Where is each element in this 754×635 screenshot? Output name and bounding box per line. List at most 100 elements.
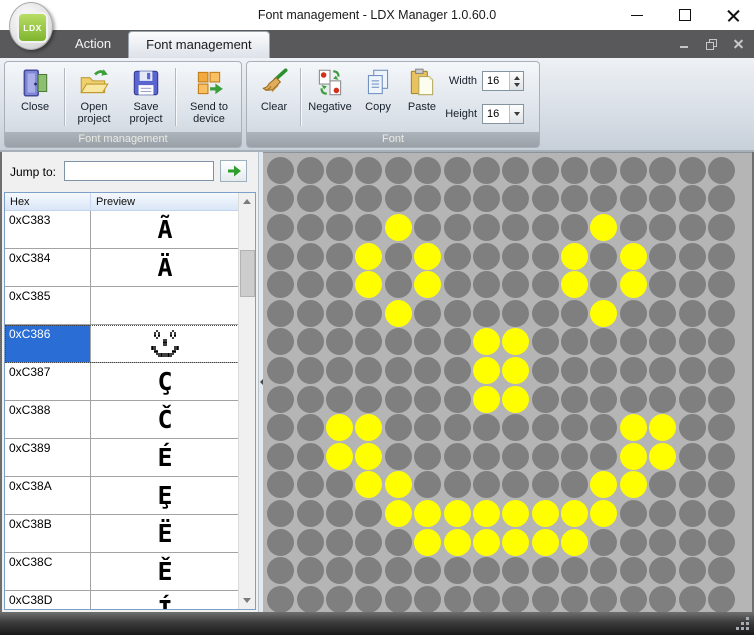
matrix-dot[interactable] <box>355 243 382 270</box>
matrix-dot[interactable] <box>502 328 529 355</box>
matrix-dot[interactable] <box>502 471 529 498</box>
matrix-dot[interactable] <box>297 414 324 441</box>
matrix-dot[interactable] <box>532 500 559 527</box>
matrix-dot[interactable] <box>708 586 735 613</box>
matrix-dot[interactable] <box>473 471 500 498</box>
table-row[interactable]: 0xC38BË <box>5 515 239 553</box>
minimize-icon[interactable] <box>630 8 644 22</box>
matrix-dot[interactable] <box>267 414 294 441</box>
table-row[interactable]: 0xC38AȨ <box>5 477 239 515</box>
matrix-dot[interactable] <box>267 243 294 270</box>
matrix-dot[interactable] <box>679 386 706 413</box>
matrix-dot[interactable] <box>355 185 382 212</box>
matrix-dot[interactable] <box>649 443 676 470</box>
matrix-dot[interactable] <box>355 328 382 355</box>
matrix-dot[interactable] <box>297 471 324 498</box>
matrix-dot[interactable] <box>326 243 353 270</box>
matrix-dot[interactable] <box>444 271 471 298</box>
matrix-dot[interactable] <box>620 271 647 298</box>
matrix-dot[interactable] <box>267 500 294 527</box>
matrix-dot[interactable] <box>502 386 529 413</box>
matrix-dot[interactable] <box>679 157 706 184</box>
matrix-dot[interactable] <box>649 357 676 384</box>
matrix-dot[interactable] <box>532 214 559 241</box>
matrix-dot[interactable] <box>590 414 617 441</box>
matrix-dot[interactable] <box>297 443 324 470</box>
matrix-dot[interactable] <box>502 271 529 298</box>
matrix-dot[interactable] <box>355 271 382 298</box>
matrix-dot[interactable] <box>444 529 471 556</box>
matrix-dot[interactable] <box>473 328 500 355</box>
matrix-dot[interactable] <box>590 500 617 527</box>
matrix-dot[interactable] <box>326 357 353 384</box>
matrix-dot[interactable] <box>532 271 559 298</box>
matrix-dot[interactable] <box>385 214 412 241</box>
matrix-dot[interactable] <box>297 557 324 584</box>
matrix-dot[interactable] <box>708 414 735 441</box>
matrix-dot[interactable] <box>532 557 559 584</box>
matrix-dot[interactable] <box>561 586 588 613</box>
matrix-dot[interactable] <box>326 185 353 212</box>
matrix-dot[interactable] <box>414 243 441 270</box>
matrix-dot[interactable] <box>444 300 471 327</box>
jump-to-input[interactable] <box>64 161 214 181</box>
matrix-dot[interactable] <box>620 443 647 470</box>
matrix-dot[interactable] <box>355 586 382 613</box>
matrix-dot[interactable] <box>708 271 735 298</box>
matrix-dot[interactable] <box>590 243 617 270</box>
matrix-dot[interactable] <box>532 328 559 355</box>
matrix-dot[interactable] <box>590 214 617 241</box>
matrix-dot[interactable] <box>502 529 529 556</box>
matrix-dot[interactable] <box>355 157 382 184</box>
matrix-dot[interactable] <box>267 185 294 212</box>
matrix-dot[interactable] <box>414 529 441 556</box>
matrix-dot[interactable] <box>708 157 735 184</box>
matrix-dot[interactable] <box>444 157 471 184</box>
scroll-down-icon[interactable] <box>239 592 255 609</box>
matrix-dot[interactable] <box>297 328 324 355</box>
matrix-dot[interactable] <box>355 357 382 384</box>
matrix-dot[interactable] <box>620 214 647 241</box>
matrix-dot[interactable] <box>355 386 382 413</box>
matrix-dot[interactable] <box>414 214 441 241</box>
matrix-dot[interactable] <box>532 185 559 212</box>
matrix-dot[interactable] <box>326 157 353 184</box>
matrix-dot[interactable] <box>297 586 324 613</box>
matrix-dot[interactable] <box>708 500 735 527</box>
copy-button[interactable]: Copy <box>356 66 400 113</box>
matrix-dot[interactable] <box>561 271 588 298</box>
resize-grip[interactable] <box>746 627 749 630</box>
matrix-dot[interactable] <box>649 529 676 556</box>
matrix-dot[interactable] <box>473 500 500 527</box>
matrix-dot[interactable] <box>385 500 412 527</box>
matrix-dot[interactable] <box>385 529 412 556</box>
matrix-dot[interactable] <box>679 185 706 212</box>
matrix-dot[interactable] <box>473 386 500 413</box>
matrix-dot[interactable] <box>561 386 588 413</box>
table-row[interactable]: 0xC38CĚ <box>5 553 239 591</box>
matrix-dot[interactable] <box>649 214 676 241</box>
matrix-dot[interactable] <box>590 557 617 584</box>
matrix-dot[interactable] <box>708 471 735 498</box>
matrix-dot[interactable] <box>326 300 353 327</box>
hex-column-header[interactable]: Hex <box>5 193 91 210</box>
matrix-dot[interactable] <box>708 443 735 470</box>
matrix-dot[interactable] <box>444 586 471 613</box>
matrix-dot[interactable] <box>444 243 471 270</box>
matrix-dot[interactable] <box>473 586 500 613</box>
matrix-dot[interactable] <box>502 557 529 584</box>
matrix-dot[interactable] <box>385 328 412 355</box>
close-icon[interactable] <box>726 8 740 22</box>
matrix-dot[interactable] <box>444 443 471 470</box>
matrix-dot[interactable] <box>473 557 500 584</box>
matrix-dot[interactable] <box>444 557 471 584</box>
matrix-dot[interactable] <box>267 586 294 613</box>
matrix-dot[interactable] <box>620 300 647 327</box>
matrix-dot[interactable] <box>297 185 324 212</box>
matrix-dot[interactable] <box>267 443 294 470</box>
spinner-arrows-icon[interactable] <box>509 72 523 90</box>
matrix-dot[interactable] <box>297 157 324 184</box>
matrix-dot[interactable] <box>326 471 353 498</box>
matrix-dot[interactable] <box>590 271 617 298</box>
matrix-dot[interactable] <box>620 386 647 413</box>
